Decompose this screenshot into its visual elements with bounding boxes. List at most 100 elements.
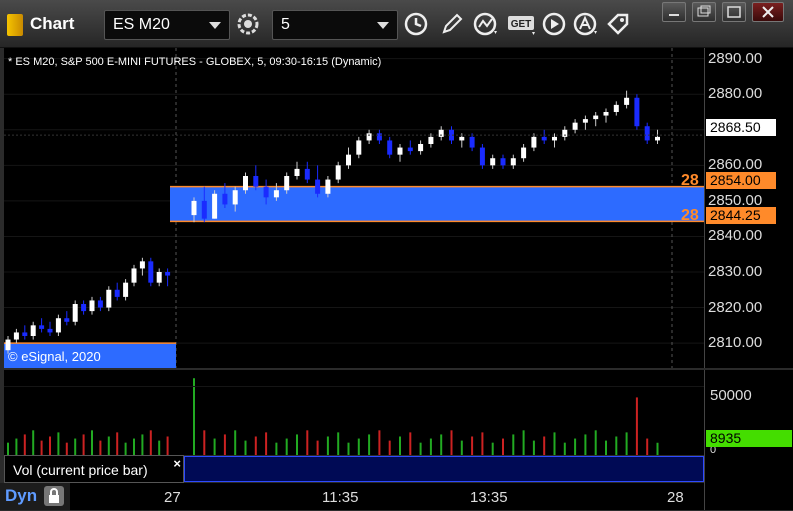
zone-bottom-price-marker: 2844.25 <box>706 207 776 224</box>
close-study-icon[interactable]: × <box>173 456 181 471</box>
volume-bar <box>133 438 135 455</box>
maximize-button[interactable] <box>722 2 746 22</box>
candle-body <box>500 158 506 166</box>
studies-icon <box>473 12 497 36</box>
zone-tag-top: 28 <box>681 172 699 189</box>
price-axis-label: 2820.00 <box>708 298 763 316</box>
volume-bar <box>429 438 432 455</box>
close-button[interactable] <box>752 2 784 22</box>
candle-body <box>139 261 145 269</box>
volume-bar <box>296 434 298 455</box>
volume-bar <box>193 378 195 455</box>
candle-body <box>469 136 475 148</box>
axis-corner <box>704 455 793 510</box>
volume-bar <box>285 438 288 455</box>
candle-body <box>510 158 516 166</box>
get-data-button[interactable]: GET <box>506 10 540 38</box>
chevron-down-icon <box>377 22 389 29</box>
volume-bar <box>166 436 169 455</box>
candle-body <box>634 97 640 127</box>
candle-body <box>376 133 382 141</box>
candle-body <box>572 122 578 130</box>
candle-body <box>582 119 588 123</box>
volume-bar <box>399 436 401 455</box>
get-icon-text: GET <box>511 19 532 30</box>
minimize-button[interactable] <box>662 2 686 22</box>
volume-bar <box>625 432 628 455</box>
studies-button[interactable] <box>472 10 500 38</box>
candle-body <box>644 126 650 141</box>
volume-bar <box>116 432 119 455</box>
volume-bar <box>234 430 237 455</box>
candle-body <box>201 200 207 219</box>
volume-bar <box>244 440 247 455</box>
maximize-icon <box>727 6 741 18</box>
candle-body <box>114 289 120 297</box>
volume-bar <box>553 432 556 455</box>
candle-body <box>191 200 197 216</box>
watermark: © eSignal, 2020 <box>8 349 101 364</box>
time-axis-label: 27 <box>164 489 181 506</box>
volume-bar <box>23 434 26 455</box>
alert-button[interactable] <box>572 10 600 38</box>
volume-current-marker: 8935 <box>706 430 792 447</box>
lock-button[interactable] <box>44 486 64 506</box>
settings-button[interactable] <box>234 10 262 38</box>
volume-bar <box>337 432 340 455</box>
volume-bar <box>419 442 422 455</box>
volume-bar <box>605 440 607 455</box>
volume-bar <box>40 440 43 455</box>
candle-body <box>123 282 129 297</box>
price-chart[interactable] <box>4 48 704 368</box>
volume-bar <box>347 442 350 455</box>
volume-bar <box>158 440 161 455</box>
volume-bar <box>522 430 525 455</box>
volume-pane[interactable] <box>4 370 704 455</box>
candle-body <box>294 168 300 176</box>
candle-body <box>438 129 444 137</box>
volume-bar <box>409 432 412 455</box>
candle-body <box>232 190 238 205</box>
volume-bar <box>91 430 93 455</box>
candle-body <box>418 144 424 152</box>
volume-bar <box>574 438 577 455</box>
candle-body <box>356 140 362 155</box>
draw-button[interactable] <box>438 10 466 38</box>
zone-tag-bottom: 28 <box>681 207 699 224</box>
current-price-marker: 2868.50 <box>706 119 776 136</box>
volume-bar <box>491 442 494 455</box>
volume-plot <box>4 378 704 455</box>
candle-body <box>531 136 537 148</box>
price-axis-label: 2880.00 <box>708 85 763 103</box>
candle-body <box>22 332 28 336</box>
volume-bar <box>82 434 85 455</box>
candle-body <box>13 332 19 340</box>
volume-bar <box>203 430 206 455</box>
volume-bar <box>388 440 391 455</box>
candle-body <box>47 328 53 333</box>
mode-label: Dyn <box>5 486 38 505</box>
symbol-combo[interactable]: ES M20 <box>104 10 230 40</box>
volume-bar <box>107 436 110 455</box>
candle-body <box>603 112 609 116</box>
volume-label: Vol (current price bar) <box>13 462 148 478</box>
volume-bar <box>532 440 535 455</box>
volume-bar <box>74 438 77 455</box>
candle-body <box>263 186 269 198</box>
candle-body <box>479 147 485 166</box>
volume-bar <box>15 438 18 455</box>
play-button[interactable] <box>540 10 568 38</box>
tag-button[interactable] <box>604 10 632 38</box>
candle-body <box>613 104 619 112</box>
close-icon <box>762 6 774 18</box>
volume-bar <box>594 430 597 455</box>
candle-body <box>366 133 372 141</box>
candle-body <box>459 136 465 141</box>
interval-combo[interactable]: 5 <box>272 10 398 40</box>
candle-body <box>106 289 112 308</box>
restore-button[interactable] <box>692 2 716 22</box>
time-button[interactable] <box>402 10 430 38</box>
volume-axis-label-max: 50000 <box>710 387 752 404</box>
candle-body <box>407 147 413 152</box>
candle-body <box>284 176 290 191</box>
